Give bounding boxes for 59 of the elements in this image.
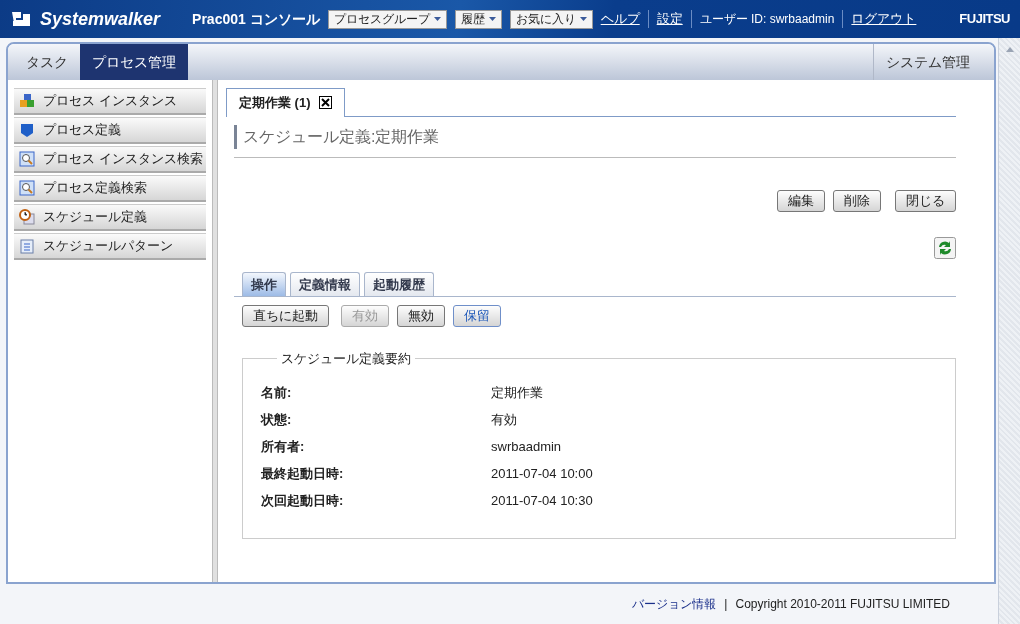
sub-tab[interactable]: 起動履歴 [364,271,434,296]
refresh-icon [934,236,956,259]
version-info-link[interactable]: バージョン情報 [632,595,717,613]
sub-tab[interactable]: 操作 [242,271,286,296]
close-icon [318,96,332,110]
field-label: 最終起動日時: [261,464,345,483]
field-value: 定期作業 [491,383,543,402]
sidebar-item[interactable]: スケジュール定義 [14,204,206,231]
toolbar-button[interactable]: 編集 [777,189,825,212]
scroll-up-icon[interactable] [1005,46,1014,52]
scrollbar[interactable] [998,38,1020,624]
search-icon [19,151,35,167]
caret-icon [488,17,496,21]
caret-icon [433,17,441,21]
page-title: スケジュール定義:定期作業 [234,124,956,149]
main-tab[interactable]: タスク [14,44,80,80]
main-tab[interactable]: プロセス管理 [80,44,188,80]
console-title: Prac001 コンソール [192,9,320,29]
sidebar-item[interactable]: スケジュールパターン [14,233,206,260]
brand-logo: FUJITSU [959,10,1010,29]
toolbar-button[interactable]: 削除 [833,189,881,212]
instance-icon [19,93,35,109]
action-button[interactable]: 保留 [453,305,501,327]
sub-tab[interactable]: 定義情報 [290,271,360,296]
logo-text: Systemwalker [40,7,161,31]
header-link[interactable]: ヘルプ [600,9,640,29]
field-value: swrbaadmin [491,437,562,456]
menu-dropdown[interactable]: お気に入り [509,9,593,29]
footer-separator: | [724,596,728,613]
sidebar-item[interactable]: プロセス インスタンス [14,88,206,115]
action-button[interactable]: 無効 [397,305,445,327]
field-value: 2011-07-04 10:30 [491,491,593,510]
action-button[interactable]: 直ちに起動 [242,305,329,327]
definition-icon [19,122,35,138]
menu-dropdown[interactable]: 履歴 [454,9,502,29]
caret-icon [579,17,587,21]
field-value: 2011-07-04 10:00 [491,464,593,483]
logo-icon [10,10,32,28]
field-label: 名前: [261,383,293,402]
field-label: 次回起動日時: [261,491,345,510]
main-tab[interactable]: システム管理 [873,44,994,80]
user-id-text: ユーザー ID: swrbaadmin [699,11,835,28]
field-label: 所有者: [261,437,306,456]
search-icon [19,180,35,196]
header-link[interactable]: 設定 [656,9,683,29]
splitter[interactable] [212,80,218,582]
menu-dropdown[interactable]: プロセスグループ [327,9,447,29]
copyright-text: Copyright 2010-2011 FUJITSU LIMITED [735,596,950,613]
field-label: 状態: [261,410,293,429]
sidebar-item[interactable]: プロセス インスタンス検索 [14,146,206,173]
document-tab[interactable]: 定期作業 (1) [226,88,345,117]
sidebar-item[interactable]: プロセス定義 [14,117,206,144]
section-legend: スケジュール定義要約 [277,349,415,369]
pattern-icon [19,238,35,254]
toolbar-button[interactable]: 閉じる [895,189,956,212]
field-value: 有効 [491,410,517,429]
schedule-icon [19,209,35,225]
sidebar-item[interactable]: プロセス定義検索 [14,175,206,202]
logout-link[interactable]: ログアウト [851,9,917,29]
